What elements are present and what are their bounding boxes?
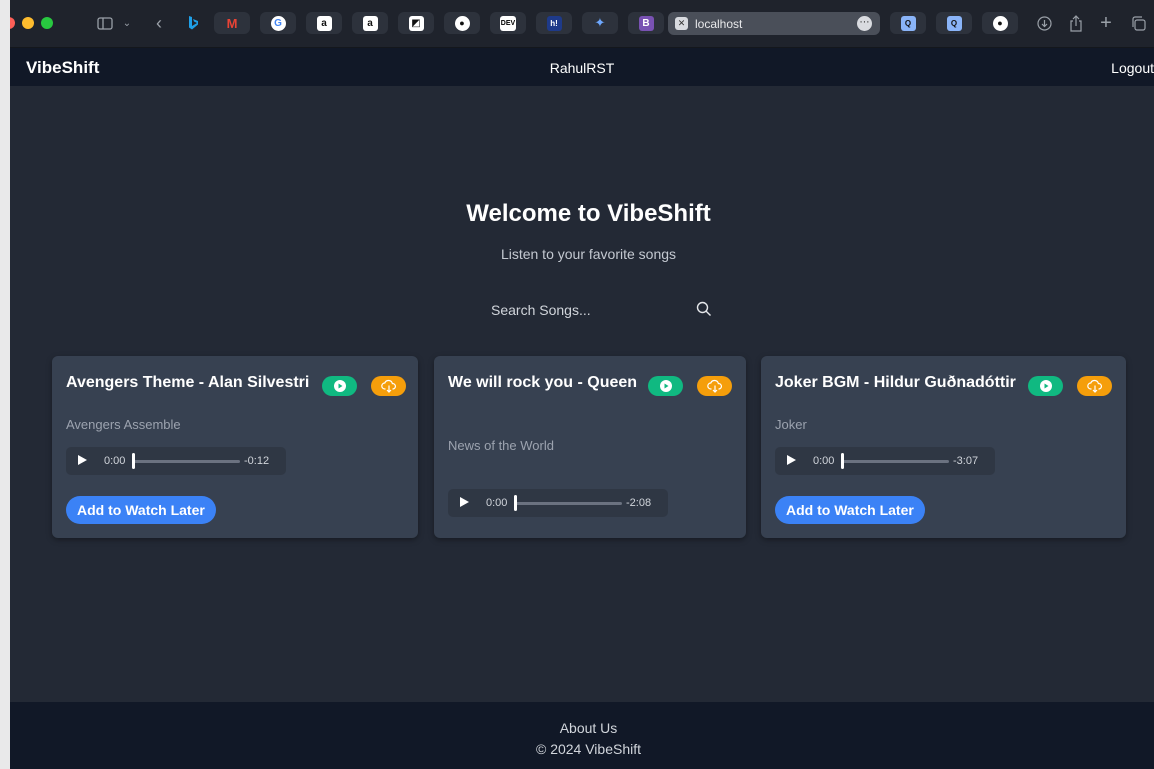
chevron-down-icon[interactable]: ⌄ bbox=[122, 12, 132, 34]
tab-search-2[interactable]: Q bbox=[936, 12, 972, 34]
song-card: We will rock you - Queen News of the Wor… bbox=[434, 356, 746, 538]
play-icon[interactable] bbox=[787, 455, 796, 465]
cloud-download-icon bbox=[706, 379, 722, 393]
play-icon[interactable] bbox=[460, 497, 469, 507]
browser-toolbar: ⌄ ‹ M G a a ◩ ● DEV h! ✦ B ✕ localhost ⋯… bbox=[10, 0, 1154, 48]
tab-gmail[interactable]: M bbox=[214, 12, 250, 34]
add-to-watch-later-button[interactable]: Add to Watch Later bbox=[66, 496, 216, 524]
address-text: localhost bbox=[695, 17, 743, 31]
search-tab-icon: Q bbox=[900, 15, 916, 31]
page-title: Welcome to VibeShift bbox=[466, 200, 711, 227]
google-icon: G bbox=[270, 15, 286, 31]
zoom-window-icon[interactable] bbox=[41, 17, 53, 29]
close-window-icon[interactable] bbox=[10, 17, 15, 29]
cloud-download-icon bbox=[1086, 379, 1102, 393]
tab-site[interactable]: ◩ bbox=[398, 12, 434, 34]
audio-player: 0:00 -2:08 bbox=[448, 489, 668, 517]
song-album: Joker bbox=[775, 417, 807, 432]
tab-amazon-1[interactable]: a bbox=[306, 12, 342, 34]
song-title: We will rock you - Queen bbox=[448, 374, 638, 391]
dev-icon: DEV bbox=[500, 15, 516, 31]
audio-player: 0:00 -3:07 bbox=[775, 447, 995, 475]
play-icon[interactable] bbox=[78, 455, 87, 465]
current-time: 0:00 bbox=[486, 497, 508, 509]
search-icon[interactable] bbox=[696, 301, 712, 317]
play-circle-icon bbox=[333, 380, 346, 392]
play-toggle-button[interactable] bbox=[1028, 376, 1063, 396]
github-icon: ● bbox=[454, 15, 470, 31]
share-icon[interactable] bbox=[1068, 12, 1084, 34]
seek-bar[interactable] bbox=[132, 460, 240, 463]
tab-github[interactable]: ● bbox=[444, 12, 480, 34]
download-icon[interactable] bbox=[1036, 12, 1052, 34]
app-navbar: VibeShift RahulRST Logout bbox=[10, 48, 1154, 86]
gemini-icon: ✦ bbox=[594, 15, 606, 30]
x-box-icon: ✕ bbox=[675, 17, 688, 30]
hashnode-icon: h! bbox=[546, 15, 562, 31]
tab-overview-icon[interactable] bbox=[1130, 12, 1146, 34]
add-to-watch-later-button[interactable]: Add to Watch Later bbox=[775, 496, 925, 524]
current-time: 0:00 bbox=[813, 455, 835, 467]
search-bar bbox=[478, 296, 716, 324]
seek-handle[interactable] bbox=[514, 495, 517, 511]
seek-handle[interactable] bbox=[841, 453, 844, 469]
tab-dev[interactable]: DEV bbox=[490, 12, 526, 34]
song-album: Avengers Assemble bbox=[66, 417, 181, 432]
copyright-text: © 2024 VibeShift bbox=[535, 741, 642, 757]
tab-google[interactable]: G bbox=[260, 12, 296, 34]
search-tab-icon: Q bbox=[946, 15, 962, 31]
remaining-time: -3:07 bbox=[953, 455, 979, 467]
browser-window: ⌄ ‹ M G a a ◩ ● DEV h! ✦ B ✕ localhost ⋯… bbox=[10, 0, 1154, 769]
amazon-icon: a bbox=[362, 15, 378, 31]
github-icon: ● bbox=[992, 15, 1008, 31]
new-tab-icon[interactable]: + bbox=[1098, 12, 1114, 34]
tab-gemini[interactable]: ✦ bbox=[582, 12, 618, 34]
cloud-download-icon bbox=[380, 379, 396, 393]
minimize-window-icon[interactable] bbox=[22, 17, 34, 29]
about-us-link[interactable]: About Us bbox=[10, 720, 1154, 736]
username: RahulRST bbox=[549, 60, 615, 76]
download-button[interactable] bbox=[697, 376, 732, 396]
tab-github-2[interactable]: ● bbox=[982, 12, 1018, 34]
gmail-icon: M bbox=[226, 15, 238, 31]
search-input[interactable] bbox=[478, 296, 678, 324]
play-toggle-button[interactable] bbox=[648, 376, 683, 396]
more-options-icon[interactable]: ⋯ bbox=[857, 16, 872, 31]
audio-player: 0:00 -0:12 bbox=[66, 447, 286, 475]
remaining-time: -2:08 bbox=[626, 497, 652, 509]
song-title: Avengers Theme - Alan Silvestri bbox=[66, 374, 310, 391]
play-toggle-button[interactable] bbox=[322, 376, 357, 396]
song-card: Joker BGM - Hildur Guðnadóttir Joker 0:0… bbox=[761, 356, 1126, 538]
logout-link[interactable]: Logout bbox=[1111, 60, 1154, 76]
seek-bar[interactable] bbox=[841, 460, 949, 463]
song-title: Joker BGM - Hildur Guðnadóttir bbox=[775, 374, 1016, 391]
tab-search-1[interactable]: Q bbox=[890, 12, 926, 34]
remaining-time: -0:12 bbox=[244, 455, 270, 467]
tab-hashnode[interactable]: h! bbox=[536, 12, 572, 34]
download-button[interactable] bbox=[371, 376, 406, 396]
amazon-icon: a bbox=[316, 15, 332, 31]
bootstrap-icon: B bbox=[638, 15, 654, 31]
tab-amazon-2[interactable]: a bbox=[352, 12, 388, 34]
current-time: 0:00 bbox=[104, 455, 126, 467]
song-album: News of the World bbox=[448, 438, 554, 453]
bing-icon[interactable] bbox=[184, 12, 202, 34]
seek-bar[interactable] bbox=[514, 502, 622, 505]
page-subtitle: Listen to your favorite songs bbox=[500, 246, 677, 262]
song-card: Avengers Theme - Alan Silvestri Avengers… bbox=[52, 356, 418, 538]
play-circle-icon bbox=[659, 380, 672, 392]
address-bar[interactable]: ✕ localhost ⋯ bbox=[668, 12, 880, 35]
play-circle-icon bbox=[1039, 380, 1052, 392]
tab-bootstrap[interactable]: B bbox=[628, 12, 664, 34]
seek-handle[interactable] bbox=[132, 453, 135, 469]
dark-square-icon: ◩ bbox=[408, 15, 424, 31]
sidebar-icon[interactable] bbox=[96, 12, 114, 34]
back-icon[interactable]: ‹ bbox=[152, 12, 166, 34]
download-button[interactable] bbox=[1077, 376, 1112, 396]
footer: About Us © 2024 VibeShift bbox=[10, 702, 1154, 769]
